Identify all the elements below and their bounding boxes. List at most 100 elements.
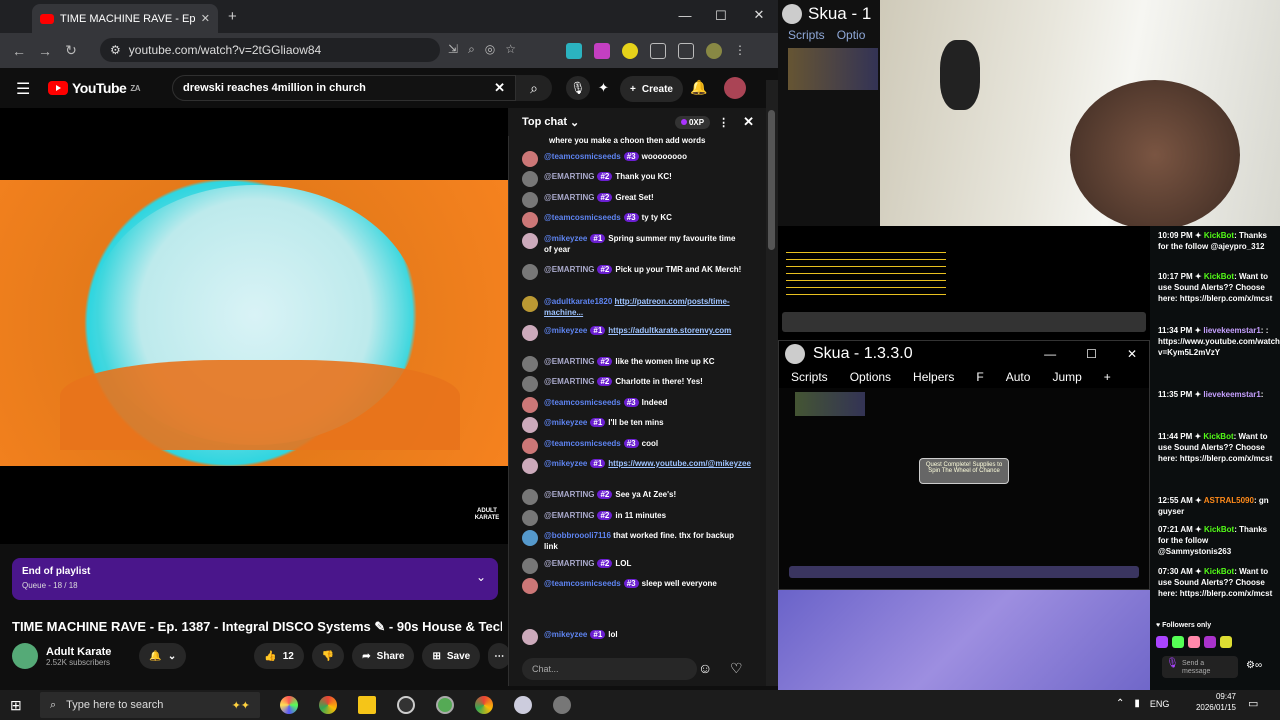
chat-author[interactable]: @mikeyzee	[544, 326, 587, 335]
profile-avatar[interactable]	[706, 43, 722, 59]
chat-text[interactable]: https://adultkarate.storenvy.com	[608, 326, 731, 335]
chat-avatar[interactable]	[522, 171, 538, 187]
copilot-icon[interactable]	[280, 696, 298, 714]
chat-input[interactable]: Chat...	[522, 658, 697, 680]
chat-menu-icon[interactable]: ⋮	[718, 116, 729, 129]
skua-menu-auto[interactable]: Auto	[1006, 370, 1031, 384]
heart-icon[interactable]: ♡	[730, 660, 743, 677]
chat-avatar[interactable]	[522, 489, 538, 505]
skua-menu-add[interactable]: +	[1104, 370, 1111, 384]
emote-4-icon[interactable]	[1204, 636, 1216, 648]
reload-icon[interactable]: ↻	[58, 42, 84, 59]
chat-author[interactable]: @teamcosmicseeds	[544, 213, 621, 222]
playlist-panel[interactable]: End of playlist Queue - 18 / 18 ⌄	[12, 558, 498, 600]
browser-tab[interactable]: TIME MACHINE RAVE - Ep. ✕	[32, 4, 218, 33]
subscribed-bell-button[interactable]: 🔔 ⌄	[139, 643, 187, 669]
emote-1-icon[interactable]	[1156, 636, 1168, 648]
create-button[interactable]: + Create	[620, 76, 683, 102]
site-info-icon[interactable]: ⚙	[110, 43, 121, 57]
dislike-button[interactable]: 👎	[311, 643, 345, 669]
chrome-2-icon[interactable]	[475, 696, 493, 714]
channel-avatar[interactable]	[12, 643, 38, 669]
chat-author[interactable]: @bobbroooli7116	[544, 531, 611, 540]
menu-dots-icon[interactable]: ⋮	[734, 43, 746, 59]
chat-avatar[interactable]	[522, 356, 538, 372]
chat-avatar[interactable]	[522, 578, 538, 594]
more-actions-button[interactable]: ⋯	[488, 643, 511, 669]
extension-2-icon[interactable]	[594, 43, 610, 59]
skua-taskbar-icon[interactable]	[514, 696, 532, 714]
minimize-icon[interactable]: —	[670, 8, 700, 23]
taskbar-search[interactable]: ⌕ Type here to search ✦✦	[40, 692, 260, 718]
kick-username[interactable]: KickBot	[1204, 272, 1234, 281]
chat-author[interactable]: @adultkarate1820	[544, 297, 612, 306]
chat-text[interactable]: https://www.youtube.com/@mikeyzee	[608, 459, 751, 468]
tab-close-icon[interactable]: ✕	[201, 12, 210, 25]
chat-author[interactable]: @mikeyzee	[544, 459, 587, 468]
chat-avatar[interactable]	[522, 264, 538, 280]
chat-author[interactable]: @teamcosmicseeds	[544, 439, 621, 448]
chat-avatar[interactable]	[522, 376, 538, 392]
chat-author[interactable]: @EMARTING	[544, 490, 594, 499]
kick-chat-input[interactable]: 🎙 Send a message	[1162, 656, 1238, 678]
clear-search-icon[interactable]: ✕	[494, 80, 505, 96]
new-tab-button[interactable]: +	[228, 8, 237, 25]
save-button[interactable]: ⊞ Save	[422, 643, 481, 669]
search-button[interactable]: ⌕	[516, 75, 552, 101]
chat-avatar[interactable]	[522, 417, 538, 433]
emote-3-icon[interactable]	[1188, 636, 1200, 648]
skua-menu-helpers[interactable]: Helpers	[913, 370, 954, 384]
skua-close-icon[interactable]: ✕	[1127, 347, 1137, 361]
chat-avatar[interactable]	[522, 558, 538, 574]
kick-settings-icon[interactable]: ⚙∞	[1246, 660, 1262, 671]
game-action-bar[interactable]	[782, 312, 1146, 332]
skua-menu-jump[interactable]: Jump	[1052, 370, 1081, 384]
language-indicator[interactable]: ENG	[1150, 699, 1170, 709]
chat-avatar[interactable]	[522, 458, 538, 474]
kick-username[interactable]: ASTRAL5090	[1204, 496, 1254, 505]
chat-avatar[interactable]	[522, 629, 538, 645]
chat-avatar[interactable]	[522, 325, 538, 341]
youtube-logo[interactable]: YouTube ZA	[48, 80, 140, 96]
chat-author[interactable]: @EMARTING	[544, 559, 594, 568]
account-avatar[interactable]	[724, 77, 746, 99]
hamburger-icon[interactable]: ☰	[16, 79, 30, 99]
mic-icon[interactable]: 🎙	[1166, 659, 1179, 669]
game-toolbar[interactable]	[789, 566, 1139, 578]
bookmark-star-icon[interactable]: ☆	[505, 42, 516, 57]
chat-author[interactable]: @EMARTING	[544, 511, 594, 520]
tray-chevron-icon[interactable]: ⌃	[1116, 698, 1124, 709]
chat-author[interactable]: @mikeyzee	[544, 630, 587, 639]
like-button[interactable]: 👍 12	[254, 643, 304, 669]
kick-username[interactable]: KickBot	[1204, 231, 1234, 240]
close-window-icon[interactable]: ✕	[744, 7, 774, 23]
game-viewport[interactable]: Quest Complete! Supplies to Spin The Whe…	[779, 388, 1149, 588]
chat-avatar[interactable]	[522, 397, 538, 413]
chrome-icon[interactable]	[319, 696, 337, 714]
address-bar[interactable]: ⚙ youtube.com/watch?v=2tGGliaow84	[100, 38, 440, 62]
chat-author[interactable]: @EMARTING	[544, 265, 594, 274]
extension-3-icon[interactable]	[622, 43, 638, 59]
share-button[interactable]: ➦ Share	[352, 643, 415, 669]
chevron-down-icon[interactable]: ⌄	[476, 570, 486, 584]
skua-menu-options[interactable]: Options	[850, 370, 891, 384]
search-input[interactable]: drewski reaches 4million in church ✕	[172, 75, 516, 101]
maximize-icon[interactable]: ☐	[706, 8, 736, 24]
chat-author[interactable]: @teamcosmicseeds	[544, 152, 621, 161]
chat-author[interactable]: @teamcosmicseeds	[544, 398, 621, 407]
chat-avatar[interactable]	[522, 530, 538, 546]
skua-minimize-icon[interactable]: —	[1044, 347, 1056, 361]
eye-off-icon[interactable]: ◎	[485, 42, 495, 57]
notification-center-icon[interactable]: ▭	[1248, 697, 1258, 710]
kick-username[interactable]: KickBot	[1204, 567, 1234, 576]
chat-avatar[interactable]	[522, 192, 538, 208]
snipping-icon[interactable]	[436, 696, 454, 714]
chat-avatar[interactable]	[522, 151, 538, 167]
scrollbar-thumb[interactable]	[768, 110, 775, 250]
kick-username[interactable]: KickBot	[1203, 432, 1233, 441]
windows-start-icon[interactable]: ⊞	[10, 697, 22, 714]
chat-author[interactable]: @mikeyzee	[544, 418, 587, 427]
chat-avatar[interactable]	[522, 438, 538, 454]
chat-author[interactable]: @EMARTING	[544, 172, 594, 181]
notifications-bell-icon[interactable]: 🔔	[690, 79, 707, 96]
